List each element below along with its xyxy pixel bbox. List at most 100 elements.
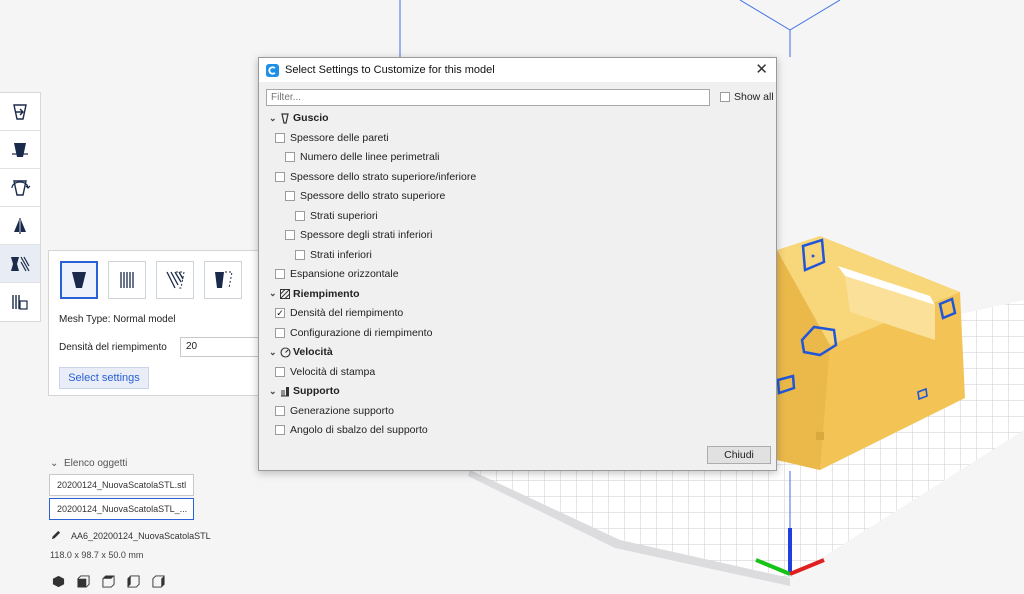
pencil-icon xyxy=(51,530,61,540)
setting-checkbox[interactable] xyxy=(275,366,285,377)
rotate-tool-button[interactable] xyxy=(0,169,40,207)
cube-right-icon xyxy=(151,574,165,588)
setting-item[interactable]: Spessore dello strato superiore/inferior… xyxy=(275,169,476,185)
scale-tool-button[interactable] xyxy=(0,131,40,169)
setting-item[interactable]: Generazione supporto xyxy=(275,403,394,419)
model-dimensions: 118.0 x 98.7 x 50.0 mm xyxy=(50,550,144,560)
setting-checkbox[interactable] xyxy=(285,230,295,240)
view-front-button[interactable] xyxy=(75,573,91,589)
customize-settings-dialog: Select Settings to Customize for this mo… xyxy=(258,57,777,471)
view-left-button[interactable] xyxy=(125,573,141,589)
category-header[interactable]: ⌄ Supporto xyxy=(269,383,340,399)
overlap-icon xyxy=(166,271,185,289)
setting-label: Spessore dello strato superiore xyxy=(300,190,446,202)
speed-icon xyxy=(279,346,291,358)
setting-checkbox[interactable] xyxy=(275,132,285,143)
object-list-header[interactable]: ⌄ Elenco oggetti xyxy=(50,458,127,469)
category-header[interactable]: ⌄ Riempimento xyxy=(269,286,360,302)
setting-label: Configurazione di riempimento xyxy=(290,326,433,339)
setting-checkbox[interactable] xyxy=(275,405,285,416)
support-icon xyxy=(281,386,289,396)
setting-item[interactable]: Espansione orizzontale xyxy=(275,266,399,282)
category-header[interactable]: ⌄ Velocità xyxy=(269,344,333,360)
setting-label: Spessore delle pareti xyxy=(290,131,389,144)
setting-checkbox[interactable] xyxy=(275,425,285,435)
object-list-title: Elenco oggetti xyxy=(64,458,128,469)
setting-checkbox[interactable] xyxy=(295,210,305,221)
support-blocker-type-button[interactable] xyxy=(204,261,242,299)
setting-label: Numero delle linee perimetrali xyxy=(300,151,440,163)
setting-checkbox[interactable] xyxy=(285,152,295,162)
mesh-type-label: Mesh Type: Normal model xyxy=(59,314,176,325)
setting-checkbox[interactable] xyxy=(295,249,305,260)
mirror-tool-button[interactable] xyxy=(0,207,40,245)
dialog-title: Select Settings to Customize for this mo… xyxy=(285,64,495,76)
print-as-support-type-button[interactable] xyxy=(108,261,146,299)
setting-item[interactable]: Strati inferiori xyxy=(295,247,372,263)
support-mesh-icon xyxy=(120,272,134,288)
category-label: Guscio xyxy=(293,112,329,124)
per-model-settings-icon xyxy=(11,256,30,271)
category-label: Riempimento xyxy=(293,287,360,300)
per-model-settings-panel: Mesh Type: Normal model Densità del riem… xyxy=(48,250,260,396)
setting-item[interactable]: Numero delle linee perimetrali xyxy=(285,149,439,165)
view-top-button[interactable] xyxy=(100,573,116,589)
chevron-down-icon: ⌄ xyxy=(50,458,59,469)
setting-checkbox[interactable] xyxy=(275,327,285,338)
object-list-item[interactable]: 20200124_NuovaScatolaSTL.stl xyxy=(49,474,194,496)
cura-logo-icon xyxy=(266,63,279,77)
setting-item[interactable]: Spessore degli strati inferiori xyxy=(285,227,432,243)
category-header[interactable]: ⌄ Guscio xyxy=(269,110,329,126)
show-all-toggle[interactable]: Show all xyxy=(720,91,774,103)
chevron-down-icon: ⌄ xyxy=(269,288,277,298)
per-model-settings-button[interactable] xyxy=(0,245,40,283)
setting-item[interactable]: Strati superiori xyxy=(295,208,378,224)
normal-model-type-button[interactable] xyxy=(60,261,98,299)
close-button[interactable]: Chiudi xyxy=(707,446,771,464)
model-name-row[interactable]: AA6_20200124_NuovaScatolaSTL xyxy=(50,530,211,541)
object-list-item[interactable]: 20200124_NuovaScatolaSTL_... xyxy=(49,498,194,520)
setting-item[interactable]: Spessore dello strato superiore xyxy=(285,188,445,204)
setting-item[interactable]: Configurazione di riempimento xyxy=(275,325,432,341)
chevron-down-icon: ⌄ xyxy=(269,385,277,396)
view-3d-button[interactable] xyxy=(50,573,66,589)
setting-item[interactable]: Velocità di stampa xyxy=(275,364,375,380)
view-right-button[interactable] xyxy=(150,573,166,589)
cube-solid-icon xyxy=(52,575,64,587)
setting-checkbox[interactable] xyxy=(275,171,285,182)
setting-checkbox[interactable] xyxy=(275,269,285,279)
dialog-titlebar: Select Settings to Customize for this mo… xyxy=(259,58,776,82)
modify-overlap-type-button[interactable] xyxy=(156,261,194,299)
close-icon[interactable]: ✕ xyxy=(755,61,768,79)
cube-top-icon xyxy=(101,574,115,588)
left-toolbar xyxy=(0,92,41,322)
setting-item[interactable]: Angolo di sbalzo del supporto xyxy=(275,422,428,438)
filter-input[interactable] xyxy=(266,89,710,106)
rotate-icon xyxy=(11,179,31,196)
setting-item[interactable]: ✓ Densità del riempimento xyxy=(275,305,403,321)
move-icon xyxy=(13,103,27,120)
select-settings-button[interactable]: Select settings xyxy=(59,367,149,389)
category-label: Velocità xyxy=(293,346,333,358)
support-blocker-button[interactable] xyxy=(0,283,40,321)
density-input[interactable]: 20 xyxy=(180,337,260,357)
setting-checkbox[interactable] xyxy=(285,191,295,201)
support-blocker-icon xyxy=(12,295,28,310)
category-label: Supporto xyxy=(293,385,340,397)
setting-label: Spessore degli strati inferiori xyxy=(300,229,433,241)
shell-icon xyxy=(281,112,289,124)
cube-left-icon xyxy=(126,574,140,588)
setting-item[interactable]: Spessore delle pareti xyxy=(275,130,389,146)
chevron-down-icon: ⌄ xyxy=(269,112,277,123)
setting-label: Strati superiori xyxy=(310,209,378,222)
setting-label: Velocità di stampa xyxy=(290,365,376,378)
chevron-down-icon: ⌄ xyxy=(269,346,277,357)
cube-front-icon xyxy=(76,574,90,588)
setting-label: Generazione supporto xyxy=(290,404,394,417)
setting-checkbox[interactable]: ✓ xyxy=(275,308,285,318)
move-tool-button[interactable] xyxy=(0,93,40,131)
normal-model-icon xyxy=(72,272,86,288)
show-all-label: Show all xyxy=(734,91,774,103)
view-buttons xyxy=(50,573,166,589)
show-all-checkbox[interactable] xyxy=(720,92,730,102)
